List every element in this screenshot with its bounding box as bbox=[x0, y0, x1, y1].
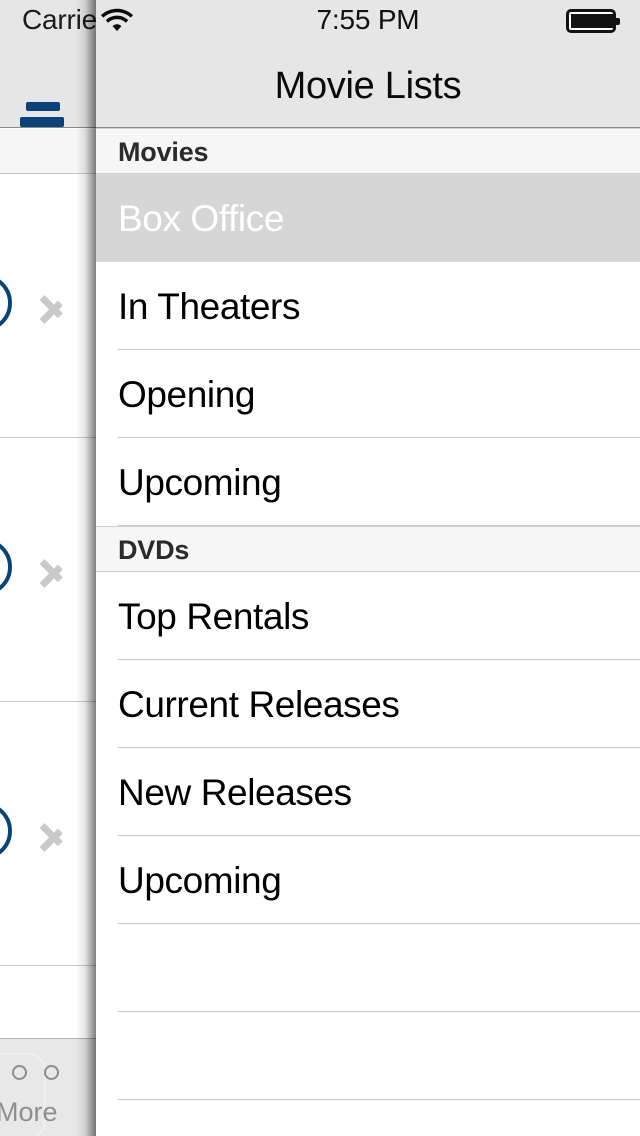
hamburger-bar-middle bbox=[20, 117, 64, 127]
disclosure-chevron-icon bbox=[40, 548, 64, 592]
menu-item-label: New Releases bbox=[118, 772, 352, 813]
battery-nub bbox=[616, 18, 620, 25]
menu-item-label: Opening bbox=[118, 374, 256, 415]
battery-fill bbox=[571, 14, 613, 28]
circle-outline-icon bbox=[0, 273, 12, 332]
carrier-label: Carrier bbox=[22, 4, 107, 35]
battery-full-icon bbox=[566, 9, 620, 33]
menu-item-new-releases[interactable]: New Releases bbox=[96, 748, 640, 836]
more-dot-3 bbox=[44, 1065, 59, 1080]
menu-item-box-office[interactable]: Box Office bbox=[96, 174, 640, 262]
tab-more-label: More bbox=[0, 1097, 58, 1127]
menu-item-label: Upcoming bbox=[118, 462, 282, 503]
section-header-dvds: DVDs bbox=[96, 526, 640, 572]
status-bar: 7:55 PM bbox=[96, 0, 640, 40]
menu-item-top-rentals[interactable]: Top Rentals bbox=[96, 572, 640, 660]
section-header-label: Movies bbox=[118, 137, 209, 167]
menu-item-label: Upcoming bbox=[118, 860, 282, 901]
section-header-movies: Movies bbox=[96, 128, 640, 174]
circle-outline-icon bbox=[0, 537, 12, 596]
menu-item-upcoming-dvds[interactable]: Upcoming bbox=[96, 836, 640, 924]
menu-item-in-theaters[interactable]: In Theaters bbox=[96, 262, 640, 350]
menu-item-label: Top Rentals bbox=[118, 596, 309, 637]
more-dot-2 bbox=[12, 1065, 27, 1080]
movie-lists-panel: 7:55 PM Movie Lists Movies Box Office In… bbox=[96, 0, 640, 1136]
menu-item-label: In Theaters bbox=[118, 286, 301, 327]
menu-item-opening[interactable]: Opening bbox=[96, 350, 640, 438]
circle-outline-icon bbox=[0, 801, 12, 860]
menu-item-label: Current Releases bbox=[118, 684, 400, 725]
movie-lists-menu: Movies Box Office In Theaters Opening Up… bbox=[96, 128, 640, 1136]
page-title: Movie Lists bbox=[274, 65, 462, 107]
disclosure-chevron-icon bbox=[40, 284, 64, 328]
clock-label: 7:55 PM bbox=[316, 4, 420, 35]
more-dots-icon[interactable] bbox=[0, 1065, 68, 1085]
menu-item-upcoming-movies[interactable]: Upcoming bbox=[96, 438, 640, 526]
disclosure-chevron-icon bbox=[40, 812, 64, 856]
menu-item-empty bbox=[96, 1100, 640, 1136]
navigation-bar: Movie Lists bbox=[96, 40, 640, 128]
menu-item-current-releases[interactable]: Current Releases bbox=[96, 660, 640, 748]
menu-item-empty bbox=[96, 1012, 640, 1100]
menu-item-empty bbox=[96, 924, 640, 1012]
menu-item-label: Box Office bbox=[118, 198, 285, 239]
app-screen: Carrier More 7:55 PM Movie Lists Movies … bbox=[0, 0, 640, 1136]
hamburger-bar-top bbox=[26, 102, 60, 111]
section-header-label: DVDs bbox=[118, 535, 190, 565]
